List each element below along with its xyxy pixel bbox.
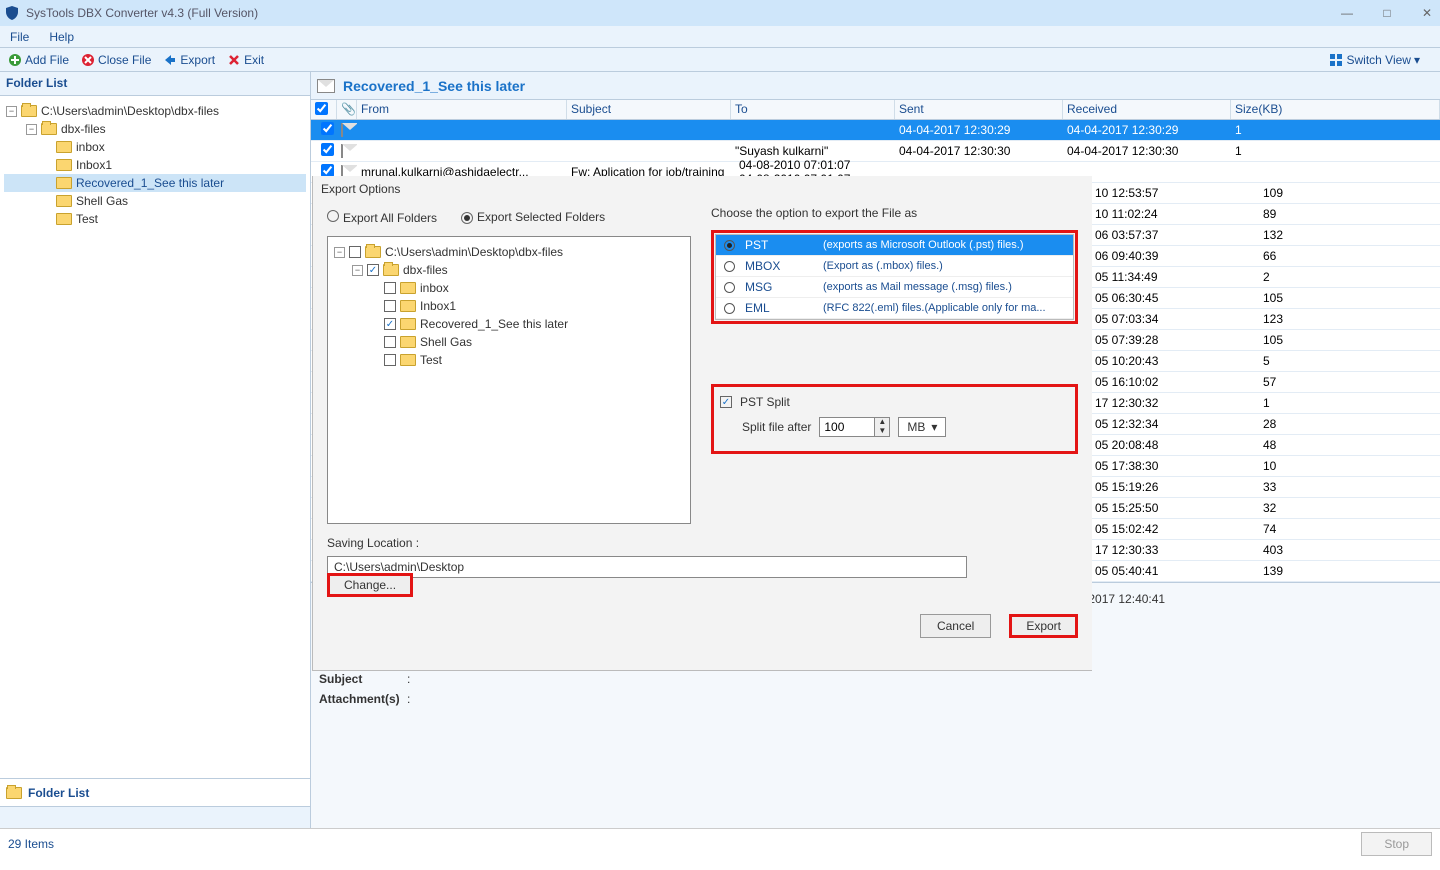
format-list-highlight: PST(exports as Microsoft Outlook (.pst) … bbox=[711, 230, 1078, 324]
grid-icon bbox=[1329, 53, 1343, 67]
export-button[interactable]: Export bbox=[163, 53, 215, 67]
format-eml[interactable]: EML(RFC 822(.eml) files.(Applicable only… bbox=[716, 298, 1073, 319]
folder-icon bbox=[6, 787, 22, 799]
status-bar: 29 Items Stop bbox=[0, 828, 1440, 858]
app-icon bbox=[4, 5, 20, 21]
saving-location-label: Saving Location : bbox=[327, 536, 1078, 550]
export-all-radio[interactable]: Export All Folders bbox=[327, 210, 437, 225]
col-sent[interactable]: Sent bbox=[895, 100, 1063, 119]
choose-format-label: Choose the option to export the File as bbox=[711, 206, 1078, 220]
col-received[interactable]: Received bbox=[1063, 100, 1231, 119]
format-pst[interactable]: PST(exports as Microsoft Outlook (.pst) … bbox=[716, 235, 1073, 256]
menu-help[interactable]: Help bbox=[49, 30, 74, 44]
maximize-button[interactable]: □ bbox=[1378, 6, 1396, 20]
add-file-button[interactable]: Add File bbox=[8, 53, 69, 67]
tree-root[interactable]: − C:\Users\admin\Desktop\dbx-files bbox=[4, 102, 306, 120]
folder-icon bbox=[56, 213, 72, 225]
exit-icon bbox=[227, 53, 241, 67]
export-options-dialog: Export Options Export All Folders Export… bbox=[312, 176, 1092, 671]
cancel-button[interactable]: Cancel bbox=[920, 614, 991, 638]
tree-item-dbx[interactable]: − dbx-files bbox=[4, 120, 306, 138]
saving-path-input[interactable]: C:\Users\admin\Desktop bbox=[327, 556, 967, 578]
close-icon bbox=[81, 53, 95, 67]
folder-icon bbox=[56, 141, 72, 153]
status-text: 29 Items bbox=[8, 837, 54, 851]
tree-item[interactable]: Inbox1 bbox=[4, 156, 306, 174]
export-confirm-button[interactable]: Export bbox=[1009, 614, 1078, 638]
folder-icon bbox=[56, 177, 72, 189]
envelope-icon bbox=[317, 79, 335, 93]
window-title: SysTools DBX Converter v4.3 (Full Versio… bbox=[26, 6, 1338, 20]
table-row[interactable]: 04-04-2017 12:30:29 04-04-2017 12:30:29 … bbox=[311, 120, 1440, 141]
folder-tree[interactable]: − C:\Users\admin\Desktop\dbx-files − dbx… bbox=[0, 96, 310, 778]
chevron-down-icon: ▾ bbox=[1414, 53, 1420, 67]
stop-button[interactable]: Stop bbox=[1361, 832, 1432, 856]
toolbar: Add File Close File Export Exit Switch V… bbox=[0, 48, 1440, 72]
export-icon bbox=[163, 53, 177, 67]
plus-icon bbox=[8, 53, 22, 67]
tree-item[interactable]: Shell Gas bbox=[4, 192, 306, 210]
minimize-button[interactable]: — bbox=[1338, 6, 1356, 20]
folder-icon bbox=[56, 195, 72, 207]
tree-item-selected[interactable]: Recovered_1_See this later bbox=[4, 174, 306, 192]
dialog-title: Export Options bbox=[313, 176, 1092, 206]
select-all-checkbox[interactable] bbox=[315, 102, 328, 115]
folder-select-tree[interactable]: −C:\Users\admin\Desktop\dbx-files −✓dbx-… bbox=[327, 236, 691, 524]
export-selected-radio[interactable]: Export Selected Folders bbox=[461, 210, 605, 224]
close-file-button[interactable]: Close File bbox=[81, 53, 151, 67]
pst-split-highlight: ✓ PST Split Split file after ▲▼ MB▾ bbox=[711, 384, 1078, 454]
menu-file[interactable]: File bbox=[10, 30, 29, 44]
folder-icon bbox=[21, 105, 37, 117]
split-unit-select[interactable]: MB▾ bbox=[898, 417, 946, 437]
col-from[interactable]: From bbox=[357, 100, 567, 119]
menubar: File Help bbox=[0, 26, 1440, 48]
split-size-input[interactable]: ▲▼ bbox=[819, 417, 890, 437]
col-size[interactable]: Size(KB) bbox=[1231, 100, 1440, 119]
folder-list-header: Folder List bbox=[0, 72, 310, 96]
col-subject[interactable]: Subject bbox=[567, 100, 731, 119]
titlebar: SysTools DBX Converter v4.3 (Full Versio… bbox=[0, 0, 1440, 26]
tree-item[interactable]: Test bbox=[4, 210, 306, 228]
spin-down-icon[interactable]: ▼ bbox=[875, 427, 889, 436]
format-list[interactable]: PST(exports as Microsoft Outlook (.pst) … bbox=[715, 234, 1074, 320]
col-to[interactable]: To bbox=[731, 100, 895, 119]
pst-split-checkbox[interactable]: ✓ bbox=[720, 396, 732, 408]
exit-button[interactable]: Exit bbox=[227, 53, 264, 67]
collapse-icon[interactable]: − bbox=[26, 124, 37, 135]
change-button[interactable]: Change... bbox=[327, 573, 413, 597]
chevron-down-icon: ▾ bbox=[931, 420, 937, 434]
folder-title: Recovered_1_See this later bbox=[343, 78, 525, 94]
grid-header: 📎 From Subject To Sent Received Size(KB) bbox=[311, 100, 1440, 120]
switch-view-button[interactable]: Switch View ▾ bbox=[1329, 53, 1420, 67]
folder-icon bbox=[41, 123, 57, 135]
format-mbox[interactable]: MBOX(Export as (.mbox) files.) bbox=[716, 256, 1073, 277]
mail-pane-header: Recovered_1_See this later bbox=[311, 72, 1440, 100]
format-msg[interactable]: MSG(exports as Mail message (.msg) files… bbox=[716, 277, 1073, 298]
folder-list-tab[interactable]: Folder List bbox=[0, 778, 310, 806]
close-button[interactable]: ✕ bbox=[1418, 6, 1436, 20]
sidebar-bottom bbox=[0, 806, 310, 828]
tree-item[interactable]: inbox bbox=[4, 138, 306, 156]
attachment-column[interactable]: 📎 bbox=[337, 100, 357, 119]
collapse-icon[interactable]: − bbox=[6, 106, 17, 117]
folder-icon bbox=[56, 159, 72, 171]
